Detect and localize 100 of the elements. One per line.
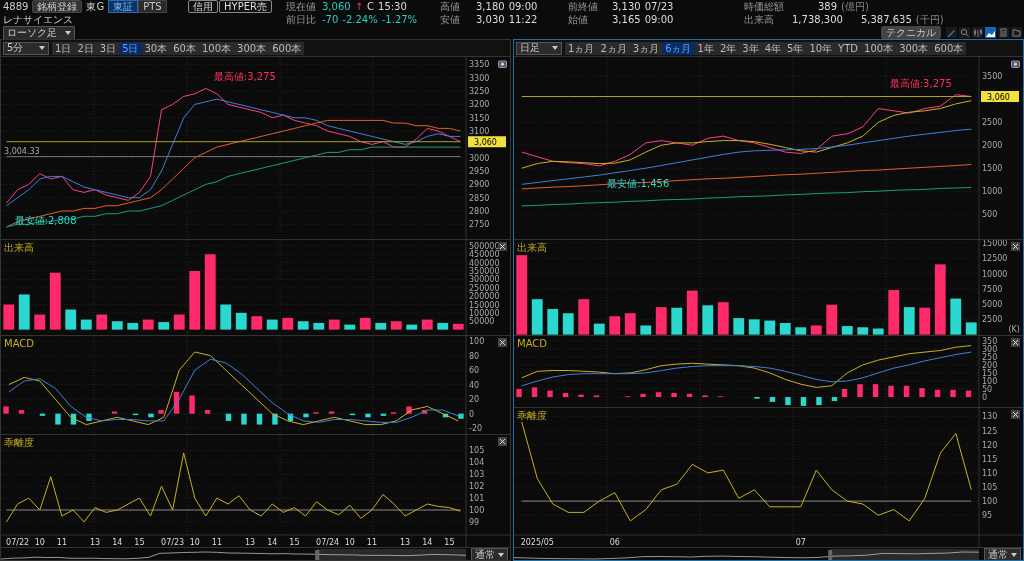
field-time: 09:00: [644, 14, 674, 25]
axis-label: 80: [469, 351, 480, 361]
time-axis-label: 14: [422, 538, 433, 547]
axis-label: 300: [982, 344, 998, 354]
axis-label: 15000: [982, 240, 1008, 248]
field-label: 高値: [440, 0, 461, 14]
field-label: 出来高: [744, 12, 775, 27]
high-price-label: 最高値:3,275: [889, 77, 952, 89]
current-price: 3,060: [322, 1, 351, 12]
axis-label: 2900: [469, 180, 490, 190]
axis-label: 5000: [982, 300, 1003, 310]
time-axis-label: 07/24: [316, 538, 340, 547]
axis-label: 100000: [469, 308, 500, 318]
axis-label: 450000: [469, 250, 500, 260]
field-label: 時価総額: [744, 0, 785, 14]
chart-title: 乖離度: [517, 410, 547, 421]
axis-label: 120: [982, 440, 998, 450]
axis-label: 99: [469, 517, 480, 527]
axis-label: 105: [469, 446, 485, 456]
field-value: 3,180: [476, 1, 505, 12]
axis-label: 1000: [982, 187, 1003, 197]
axis-label: 3100: [469, 127, 490, 137]
axis-label: 115: [982, 454, 998, 464]
axis-label: 0: [469, 409, 475, 419]
price-tag: 3,060: [981, 91, 1019, 103]
series-label: 3,060: [987, 92, 1010, 102]
field-time: 09:00: [508, 1, 538, 12]
axis-label: 100: [469, 506, 485, 515]
axis-label: 10000: [982, 269, 1008, 279]
axis-label: 104: [469, 458, 485, 468]
axis-label: 2500: [982, 118, 1003, 128]
field-time: 11:22: [508, 14, 538, 25]
axis-label: 103: [469, 470, 485, 480]
change-percent: -2.24%: [342, 14, 378, 25]
time-axis-label: 10: [34, 538, 45, 547]
axis-label: 2750: [469, 220, 490, 230]
time-axis-label: 07: [795, 538, 806, 547]
time-axis-label: 14: [267, 538, 278, 547]
axis-label: 150000: [469, 300, 500, 310]
axis-label: 7500: [982, 284, 1003, 294]
axis-label: 2950: [469, 167, 490, 177]
stock-name: レナサイエンス: [3, 12, 73, 27]
axis-label: 0: [982, 393, 988, 403]
axis-label: 60: [469, 366, 480, 376]
axis-label: 3300: [469, 73, 490, 83]
unit-label: (千円): [915, 12, 944, 27]
field-label: 前日比: [286, 12, 317, 27]
time-axis-label: 10: [344, 538, 355, 547]
time-axis-label: 11: [211, 538, 222, 547]
axis-label: 2000: [982, 141, 1003, 151]
axis-label: 110: [982, 468, 998, 478]
time-axis-label: 15: [289, 538, 300, 547]
axis-label: 12500: [982, 254, 1008, 264]
field-label: 安値: [440, 12, 461, 27]
market-label: 東G: [86, 0, 105, 14]
price-time: 15:30: [378, 1, 407, 12]
axis-label: 100: [982, 497, 998, 507]
field-label: 現在値: [286, 0, 317, 14]
field-value: 3,130: [612, 1, 641, 12]
time-axis-label: 13: [245, 538, 256, 547]
axis-label: 40: [469, 380, 480, 390]
field-value: 389: [818, 1, 838, 12]
axis-label: 95: [982, 511, 993, 521]
axis-label: 100: [469, 337, 485, 347]
axis-label: -20: [469, 424, 483, 434]
chart-title: 出来高: [517, 242, 547, 253]
change-value: -70: [322, 14, 339, 25]
status-letter: C: [367, 1, 374, 12]
axis-label: 2850: [469, 193, 490, 203]
axis-label: 300000: [469, 275, 500, 285]
price-tag: 3,060: [468, 136, 506, 148]
axis-label: 3150: [469, 113, 490, 123]
axis-label: 350000: [469, 267, 500, 276]
chart-title: MACD: [4, 338, 34, 349]
axis-label: 2800: [469, 207, 490, 216]
axis-label: 350: [982, 336, 998, 346]
axis-label: 3500: [982, 72, 1003, 82]
chart-title: 出来高: [4, 242, 34, 253]
high-price-label: 最高値:3,275: [213, 71, 276, 83]
time-axis-label: 2025/05: [520, 538, 554, 547]
change-percent: -1.27%: [381, 14, 418, 25]
up-arrow: ↑: [354, 1, 364, 12]
field-value: 1,738,300: [792, 14, 843, 25]
time-axis-label: 11: [56, 538, 67, 547]
time-axis-label: 14: [112, 538, 123, 547]
field-value: 3,165: [612, 14, 641, 25]
chart-title: MACD: [517, 338, 547, 349]
time-axis-label: 07/23: [161, 538, 185, 547]
unit-label: (K): [1008, 325, 1020, 334]
stock-code: 4889: [3, 1, 29, 12]
axis-label: 50000: [469, 317, 495, 327]
time-axis-label: 10: [189, 538, 200, 547]
axis-label: 200: [982, 360, 998, 370]
axis-label: 105: [982, 483, 998, 492]
time-axis-label: 13: [90, 538, 101, 547]
field-value: 3,030: [476, 14, 505, 25]
field-time: 07/23: [644, 1, 674, 12]
field-value: 5,387,635: [860, 14, 912, 25]
axis-label: 102: [469, 482, 485, 492]
axis-label: 50: [982, 385, 993, 394]
